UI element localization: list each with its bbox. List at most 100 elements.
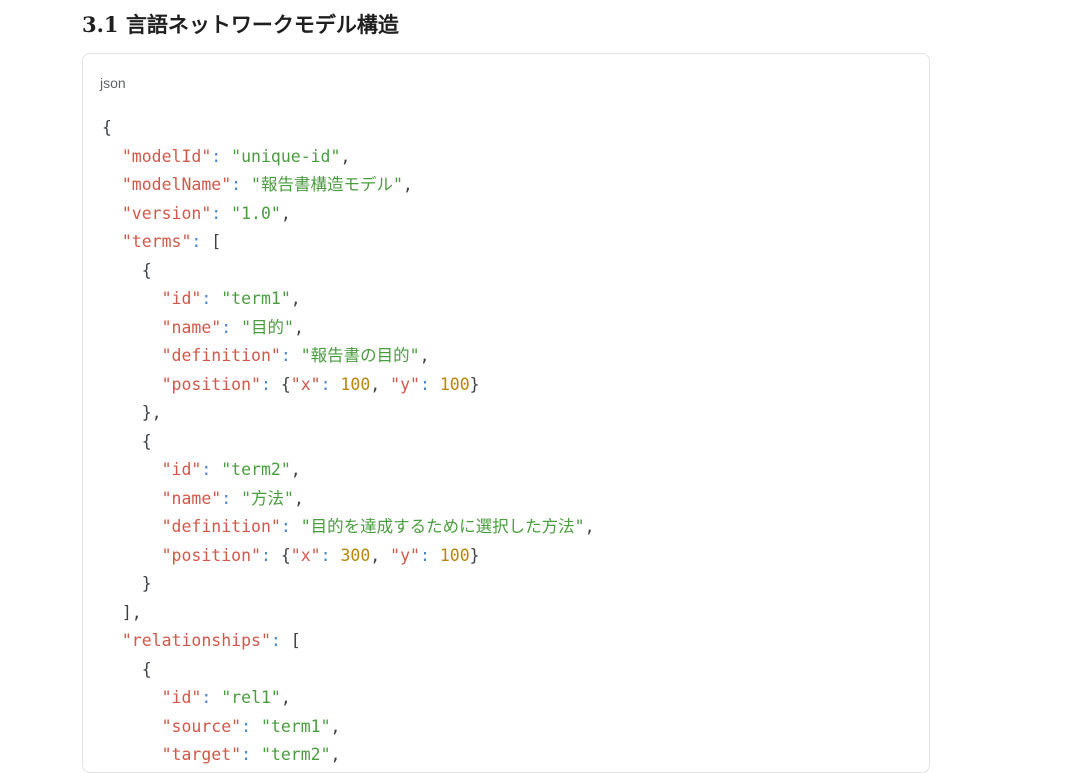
code-punctuation — [102, 147, 122, 166]
code-string: "報告書の目的" — [300, 346, 420, 365]
code-punctuation: { — [280, 374, 291, 394]
code-punctuation — [102, 204, 122, 223]
code-string: "term2" — [260, 745, 331, 764]
code-line: "source": "term1", — [102, 713, 595, 742]
code-string: "term1" — [221, 289, 291, 308]
code-number: 300 — [340, 545, 371, 565]
code-key: "definition" — [161, 346, 281, 365]
code-string: "unique-id" — [231, 146, 341, 166]
code-key: "source" — [161, 716, 242, 736]
code-line: "position": {"x": 300, "y": 100} — [102, 542, 595, 571]
code-punctuation: , — [402, 175, 413, 194]
code-key: "id" — [161, 289, 202, 308]
code-punctuation: , — [370, 545, 391, 565]
code-line: }, — [102, 399, 595, 428]
code-punctuation: } — [102, 574, 152, 593]
code-colon: : — [191, 232, 212, 251]
code-punctuation: , — [293, 488, 304, 508]
code-key: "definition" — [161, 517, 281, 536]
code-punctuation: , — [290, 289, 301, 308]
code-punctuation — [102, 346, 162, 365]
code-line: "id": "term2", — [102, 456, 595, 485]
code-colon: : — [320, 374, 341, 394]
code-punctuation — [102, 745, 162, 764]
code-punctuation — [102, 688, 162, 707]
code-colon: : — [201, 289, 222, 308]
code-string: "term1" — [260, 716, 331, 736]
code-punctuation: , — [584, 517, 595, 536]
code-punctuation: , — [293, 317, 304, 337]
code-punctuation: , — [330, 716, 341, 736]
code-punctuation — [102, 489, 162, 508]
code-line: { — [102, 428, 595, 457]
code-key: "name" — [161, 317, 222, 337]
code-punctuation: [ — [290, 631, 301, 650]
code-line: } — [102, 570, 595, 599]
code-language-label: json — [100, 75, 126, 91]
code-punctuation — [102, 717, 162, 736]
code-string: "1.0" — [231, 203, 281, 223]
code-colon: : — [201, 688, 222, 707]
code-key: "x" — [290, 545, 321, 565]
code-punctuation: { — [102, 659, 152, 679]
code-line: "name": "方法", — [102, 485, 595, 514]
section-heading: 3.1 言語ネットワークモデル構造 — [82, 12, 399, 37]
code-colon: : — [211, 203, 232, 223]
code-punctuation: ], — [102, 602, 142, 622]
code-key: "id" — [161, 688, 202, 707]
code-colon: : — [419, 374, 440, 394]
code-punctuation — [102, 175, 122, 194]
code-punctuation: , — [330, 745, 341, 764]
code-punctuation — [102, 289, 162, 308]
code-punctuation: }, — [102, 403, 162, 422]
code-punctuation: , — [280, 688, 291, 707]
code-punctuation: { — [102, 260, 152, 280]
code-line: { — [102, 114, 595, 143]
code-line: "position": {"x": 100, "y": 100} — [102, 371, 595, 400]
code-line: { — [102, 257, 595, 286]
code-line: "definition": "目的を達成するために選択した方法", — [102, 513, 595, 542]
code-colon: : — [201, 460, 222, 479]
code-colon: : — [280, 346, 301, 365]
code-punctuation: { — [280, 545, 291, 565]
code-colon: : — [221, 488, 242, 508]
code-line: "relationships": [ — [102, 627, 595, 656]
code-key: "id" — [161, 460, 202, 479]
code-punctuation: } — [469, 374, 480, 394]
code-string: "term2" — [221, 460, 291, 479]
code-key: "position" — [161, 374, 261, 394]
code-key: "terms" — [121, 232, 192, 251]
code-line: { — [102, 656, 595, 685]
code-number: 100 — [439, 545, 470, 565]
code-colon: : — [260, 545, 281, 565]
code-key: "name" — [161, 488, 222, 508]
code-colon: : — [241, 716, 261, 736]
code-block: json { "modelId": "unique-id", "modelNam… — [82, 53, 930, 773]
code-key: "position" — [161, 545, 261, 565]
code-colon: : — [419, 545, 440, 565]
code-punctuation: { — [102, 431, 152, 451]
code-punctuation: , — [419, 346, 430, 365]
code-key: "modelId" — [121, 146, 212, 166]
code-punctuation: , — [370, 374, 391, 394]
code-punctuation — [102, 460, 162, 479]
code-punctuation: , — [290, 460, 301, 479]
code-colon: : — [241, 745, 261, 764]
code-string: "目的を達成するために選択した方法" — [300, 517, 585, 536]
code-line: "modelName": "報告書構造モデル", — [102, 171, 595, 200]
code-punctuation: , — [340, 146, 351, 166]
code-number: 100 — [340, 374, 371, 394]
code-number: 100 — [439, 374, 470, 394]
code-key: "relationships" — [121, 631, 271, 650]
code-punctuation — [102, 375, 162, 394]
code-key: "version" — [121, 203, 212, 223]
code-punctuation — [102, 232, 122, 251]
code-punctuation — [102, 546, 162, 565]
code-string: "目的" — [241, 317, 294, 337]
code-colon: : — [270, 631, 291, 650]
code-key: "y" — [390, 545, 420, 565]
code-line: "id": "rel1", — [102, 684, 595, 713]
code-colon: : — [280, 517, 301, 536]
code-line: "definition": "報告書の目的", — [102, 342, 595, 371]
code-punctuation — [102, 318, 162, 337]
